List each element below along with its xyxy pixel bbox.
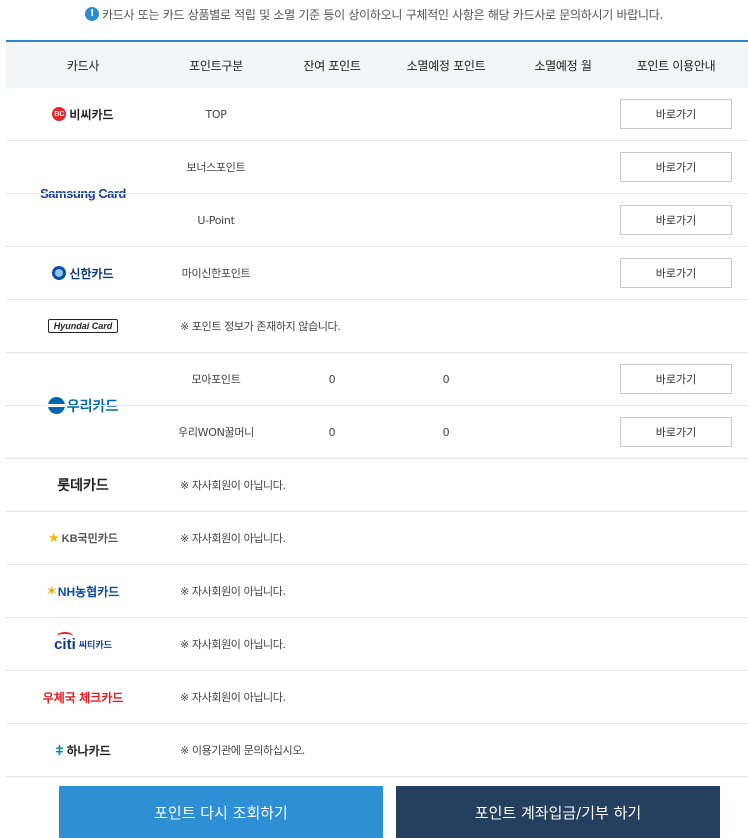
go-button-shinhan[interactable]: 바로가기 — [620, 258, 732, 288]
status-message: ※ 자사회원이 아닙니다. — [180, 532, 286, 545]
expiring-month — [500, 141, 626, 193]
status-message: ※ 자사회원이 아닙니다. — [180, 691, 286, 704]
go-cell: 바로가기 — [612, 353, 740, 405]
table-row: TOP 바로가기 — [6, 88, 748, 140]
go-cell: 바로가기 — [612, 406, 740, 458]
table-row: 롯데카드 ※ 자사회원이 아닙니다. — [6, 459, 748, 511]
expiring-points — [392, 88, 500, 140]
table-row: U-Point 바로가기 — [6, 193, 748, 246]
header-point-type: 포인트구분 — [189, 58, 243, 73]
card-group-lotte: 롯데카드 ※ 자사회원이 아닙니다. — [6, 459, 748, 512]
point-type: U-Point — [197, 213, 235, 227]
remaining-points — [272, 88, 392, 140]
expiring-points: 0 — [442, 425, 450, 439]
remaining-points: 0 — [328, 372, 336, 386]
expiring-points — [392, 141, 500, 193]
remaining-points: 0 — [328, 425, 336, 439]
remaining-points — [272, 141, 392, 193]
expiring-month — [500, 88, 626, 140]
post-card-logo: 우체국 체크카드 — [42, 690, 124, 705]
card-group-woori: 우리카드 모아포인트 0 0 바로가기 우리WON꿀머니 0 0 바로가기 — [6, 353, 748, 459]
expiring-month — [500, 406, 626, 458]
lotte-card-logo: 롯데카드 — [57, 477, 109, 493]
go-button-bc-top[interactable]: 바로가기 — [620, 99, 732, 129]
table-row: citi 씨티카드 ※ 자사회원이 아닙니다. — [6, 618, 748, 670]
card-group-citi: citi 씨티카드 ※ 자사회원이 아닙니다. — [6, 618, 748, 671]
remaining-points — [272, 194, 392, 246]
footer-actions: 포인트 다시 조회하기 포인트 계좌입금/기부 하기 — [0, 786, 748, 838]
header-remaining-points: 잔여 포인트 — [303, 58, 361, 73]
card-group-shinhan: 신한카드 마이신한포인트 바로가기 — [6, 247, 748, 300]
card-group-post: 우체국 체크카드 ※ 자사회원이 아닙니다. — [6, 671, 748, 724]
info-icon: ! — [84, 7, 99, 21]
card-group-hana: ǂ 하나카드 ※ 이용기관에 문의하십시오. — [6, 724, 748, 777]
go-button-samsung-upoint[interactable]: 바로가기 — [620, 205, 732, 235]
expiring-points — [392, 194, 500, 246]
status-message: ※ 자사회원이 아닙니다. — [180, 585, 286, 598]
points-table: 카드사 포인트구분 잔여 포인트 소멸예정 포인트 소멸예정 월 포인트 이용안… — [6, 40, 748, 777]
go-cell: 바로가기 — [612, 88, 740, 140]
expiring-points: 0 — [442, 372, 450, 386]
table-row: 마이신한포인트 바로가기 — [6, 247, 748, 299]
card-group-samsung: Samsung Card 보너스포인트 바로가기 U-Point 바로가기 — [6, 141, 748, 247]
hana-card-logo: ǂ 하나카드 — [55, 742, 111, 758]
status-message: ※ 포인트 정보가 존재하지 않습니다. — [180, 320, 341, 333]
expiring-points — [392, 247, 500, 299]
expiring-month — [500, 353, 626, 405]
table-row: 우체국 체크카드 ※ 자사회원이 아닙니다. — [6, 671, 748, 723]
expiring-month — [500, 194, 626, 246]
go-cell: 바로가기 — [612, 194, 740, 246]
hana-mark-icon: ǂ — [55, 742, 64, 758]
point-type: 보너스포인트 — [186, 161, 246, 174]
go-button-woori-won[interactable]: 바로가기 — [620, 417, 732, 447]
card-group-bc: BC 비씨카드 TOP 바로가기 — [6, 88, 748, 141]
table-row: 보너스포인트 바로가기 — [6, 141, 748, 193]
table-header: 카드사 포인트구분 잔여 포인트 소멸예정 포인트 소멸예정 월 포인트 이용안… — [6, 42, 748, 88]
header-card-company: 카드사 — [66, 58, 100, 73]
hyundai-card-logo: Hyundai Card — [6, 300, 160, 352]
table-row: 우리WON꿀머니 0 0 바로가기 — [6, 405, 748, 458]
nh-card-logo: ✶ NH농협카드 — [46, 584, 120, 599]
card-group-nh: ✶ NH농협카드 ※ 자사회원이 아닙니다. — [6, 565, 748, 618]
card-group-kb: ★ KB국민카드 ※ 자사회원이 아닙니다. — [6, 512, 748, 565]
header-expiring-month: 소멸예정 월 — [534, 58, 592, 73]
point-type: 마이신한포인트 — [181, 267, 251, 280]
deposit-donate-button[interactable]: 포인트 계좌입금/기부 하기 — [396, 786, 720, 838]
point-type: TOP — [205, 107, 227, 121]
header-point-guide: 포인트 이용안내 — [636, 58, 716, 73]
reload-points-button[interactable]: 포인트 다시 조회하기 — [59, 786, 383, 838]
status-message: ※ 자사회원이 아닙니다. — [180, 638, 286, 651]
notice-text: 카드사 또는 카드 상품별로 적립 및 소멸 기준 등이 상이하오니 구체적인 … — [101, 7, 664, 22]
go-cell: 바로가기 — [612, 247, 740, 299]
header-expiring-points: 소멸예정 포인트 — [406, 58, 486, 73]
remaining-points — [272, 247, 392, 299]
table-row: ★ KB국민카드 ※ 자사회원이 아닙니다. — [6, 512, 748, 564]
kb-card-logo: ★ KB국민카드 — [47, 530, 119, 545]
card-group-hyundai: Hyundai Card ※ 포인트 정보가 존재하지 않습니다. — [6, 300, 748, 353]
go-button-woori-moa[interactable]: 바로가기 — [620, 364, 732, 394]
citi-arc-icon — [57, 631, 74, 640]
status-message: ※ 이용기관에 문의하십시오. — [180, 744, 306, 757]
table-row: ǂ 하나카드 ※ 이용기관에 문의하십시오. — [6, 724, 748, 776]
table-row: Hyundai Card ※ 포인트 정보가 존재하지 않습니다. — [6, 300, 748, 352]
status-message: ※ 자사회원이 아닙니다. — [180, 479, 286, 492]
nh-mark-icon: ✶ — [46, 584, 57, 598]
point-type: 모아포인트 — [191, 373, 241, 386]
notice-bar: ! 카드사 또는 카드 상품별로 적립 및 소멸 기준 등이 상이하오니 구체적… — [0, 4, 748, 24]
citi-card-logo: citi 씨티카드 — [6, 618, 160, 670]
expiring-month — [500, 247, 626, 299]
table-row: 모아포인트 0 0 바로가기 — [6, 353, 748, 405]
go-button-samsung-bonus[interactable]: 바로가기 — [620, 152, 732, 182]
table-row: ✶ NH농협카드 ※ 자사회원이 아닙니다. — [6, 565, 748, 617]
point-type: 우리WON꿀머니 — [178, 426, 254, 439]
kb-star-icon: ★ — [47, 530, 60, 545]
go-cell: 바로가기 — [612, 141, 740, 193]
